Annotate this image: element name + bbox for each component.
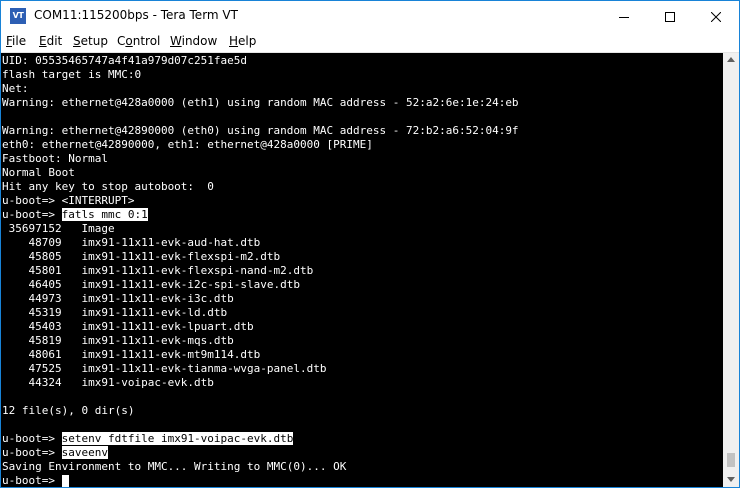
terminal-line: 46405 imx91-11x11-evk-i2c-spi-slave.dtb <box>2 278 301 291</box>
close-icon <box>711 11 721 22</box>
terminal-line: Normal Boot <box>2 166 75 179</box>
selected-command: fatls mmc 0:1 <box>61 208 148 221</box>
terminal-prompt-line: u-boot=> fatls mmc 0:1 <box>2 208 148 222</box>
terminal-line: 48061 imx91-11x11-evk-mt9m114.dtb <box>2 348 261 361</box>
title-bar[interactable]: VT COM11:115200bps - Tera Term VT <box>1 1 739 32</box>
terminal-line: Net: <box>2 82 29 95</box>
terminal-line: 45819 imx91-11x11-evk-mqs.dtb <box>2 334 234 347</box>
terminal-line: 44973 imx91-11x11-evk-i3c.dtb <box>2 292 234 305</box>
menu-control[interactable]: Control <box>117 34 160 48</box>
terminal-output[interactable]: UID: 05535465747a4f41a979d07c251fae5d fl… <box>1 53 723 487</box>
menu-setup[interactable]: Setup <box>73 34 108 48</box>
prompt: u-boot=> <box>2 432 62 445</box>
prompt: u-boot=> <box>2 446 62 459</box>
terminal-line: 35697152 Image <box>2 222 115 235</box>
terminal-line: 45403 imx91-11x11-evk-lpuart.dtb <box>2 320 254 333</box>
teraterm-app-icon[interactable]: VT <box>10 8 26 24</box>
terminal-line: 44324 imx91-voipac-evk.dtb <box>2 376 214 389</box>
menu-file[interactable]: File <box>6 34 26 48</box>
terminal-line: 45805 imx91-11x11-evk-flexspi-m2.dtb <box>2 250 281 263</box>
minimize-icon <box>619 16 629 18</box>
vertical-scrollbar[interactable] <box>723 53 739 487</box>
scroll-up-icon[interactable] <box>727 57 735 62</box>
terminal-line: Saving Environment to MMC... Writing to … <box>2 460 347 473</box>
selected-command: saveenv <box>61 446 108 459</box>
terminal-line: 47525 imx91-11x11-evk-tianma-wvga-panel.… <box>2 362 327 375</box>
menu-window[interactable]: Window <box>170 34 217 48</box>
minimize-button[interactable] <box>601 1 647 32</box>
menu-bar: File Edit Setup Control Window Help <box>1 32 739 53</box>
close-button[interactable] <box>693 1 739 32</box>
scrollbar-thumb[interactable] <box>727 453 735 467</box>
maximize-icon <box>665 11 675 22</box>
terminal-line: Hit any key to stop autoboot: 0 <box>2 180 214 193</box>
terminal-line: Fastboot: Normal <box>2 152 108 165</box>
maximize-button[interactable] <box>647 1 693 32</box>
terminal-line: eth0: ethernet@42890000, eth1: ethernet@… <box>2 138 373 151</box>
prompt: u-boot=> <box>2 208 62 221</box>
scroll-down-icon[interactable] <box>727 477 735 482</box>
terminal-line: flash target is MMC:0 <box>2 68 142 81</box>
terminal-window: VT COM11:115200bps - Tera Term VT File E… <box>0 0 740 488</box>
prompt: u-boot=> <box>2 474 62 487</box>
terminal-line: 48709 imx91-11x11-evk-aud-hat.dtb <box>2 236 261 249</box>
menu-edit[interactable]: Edit <box>39 34 62 48</box>
terminal-prompt-line: u-boot=> setenv fdtfile imx91-voipac-evk… <box>2 432 294 446</box>
text-cursor <box>61 475 69 487</box>
terminal-line: Warning: ethernet@42890000 (eth0) using … <box>2 124 519 137</box>
menu-help[interactable]: Help <box>229 34 256 48</box>
terminal-line: 45801 imx91-11x11-evk-flexspi-nand-m2.dt… <box>2 264 314 277</box>
selected-command: setenv fdtfile imx91-voipac-evk.dtb <box>61 432 294 445</box>
terminal-prompt-line: u-boot=> saveenv <box>2 446 108 460</box>
terminal-line: u-boot=> <INTERRUPT> <box>2 194 135 207</box>
terminal-prompt-line: u-boot=> <box>2 474 69 487</box>
window-title: COM11:115200bps - Tera Term VT <box>34 8 238 22</box>
terminal-line: UID: 05535465747a4f41a979d07c251fae5d <box>2 54 248 67</box>
terminal-line: 12 file(s), 0 dir(s) <box>2 404 135 417</box>
terminal-line: 45319 imx91-11x11-evk-ld.dtb <box>2 306 228 319</box>
terminal-line: Warning: ethernet@428a0000 (eth1) using … <box>2 96 519 109</box>
